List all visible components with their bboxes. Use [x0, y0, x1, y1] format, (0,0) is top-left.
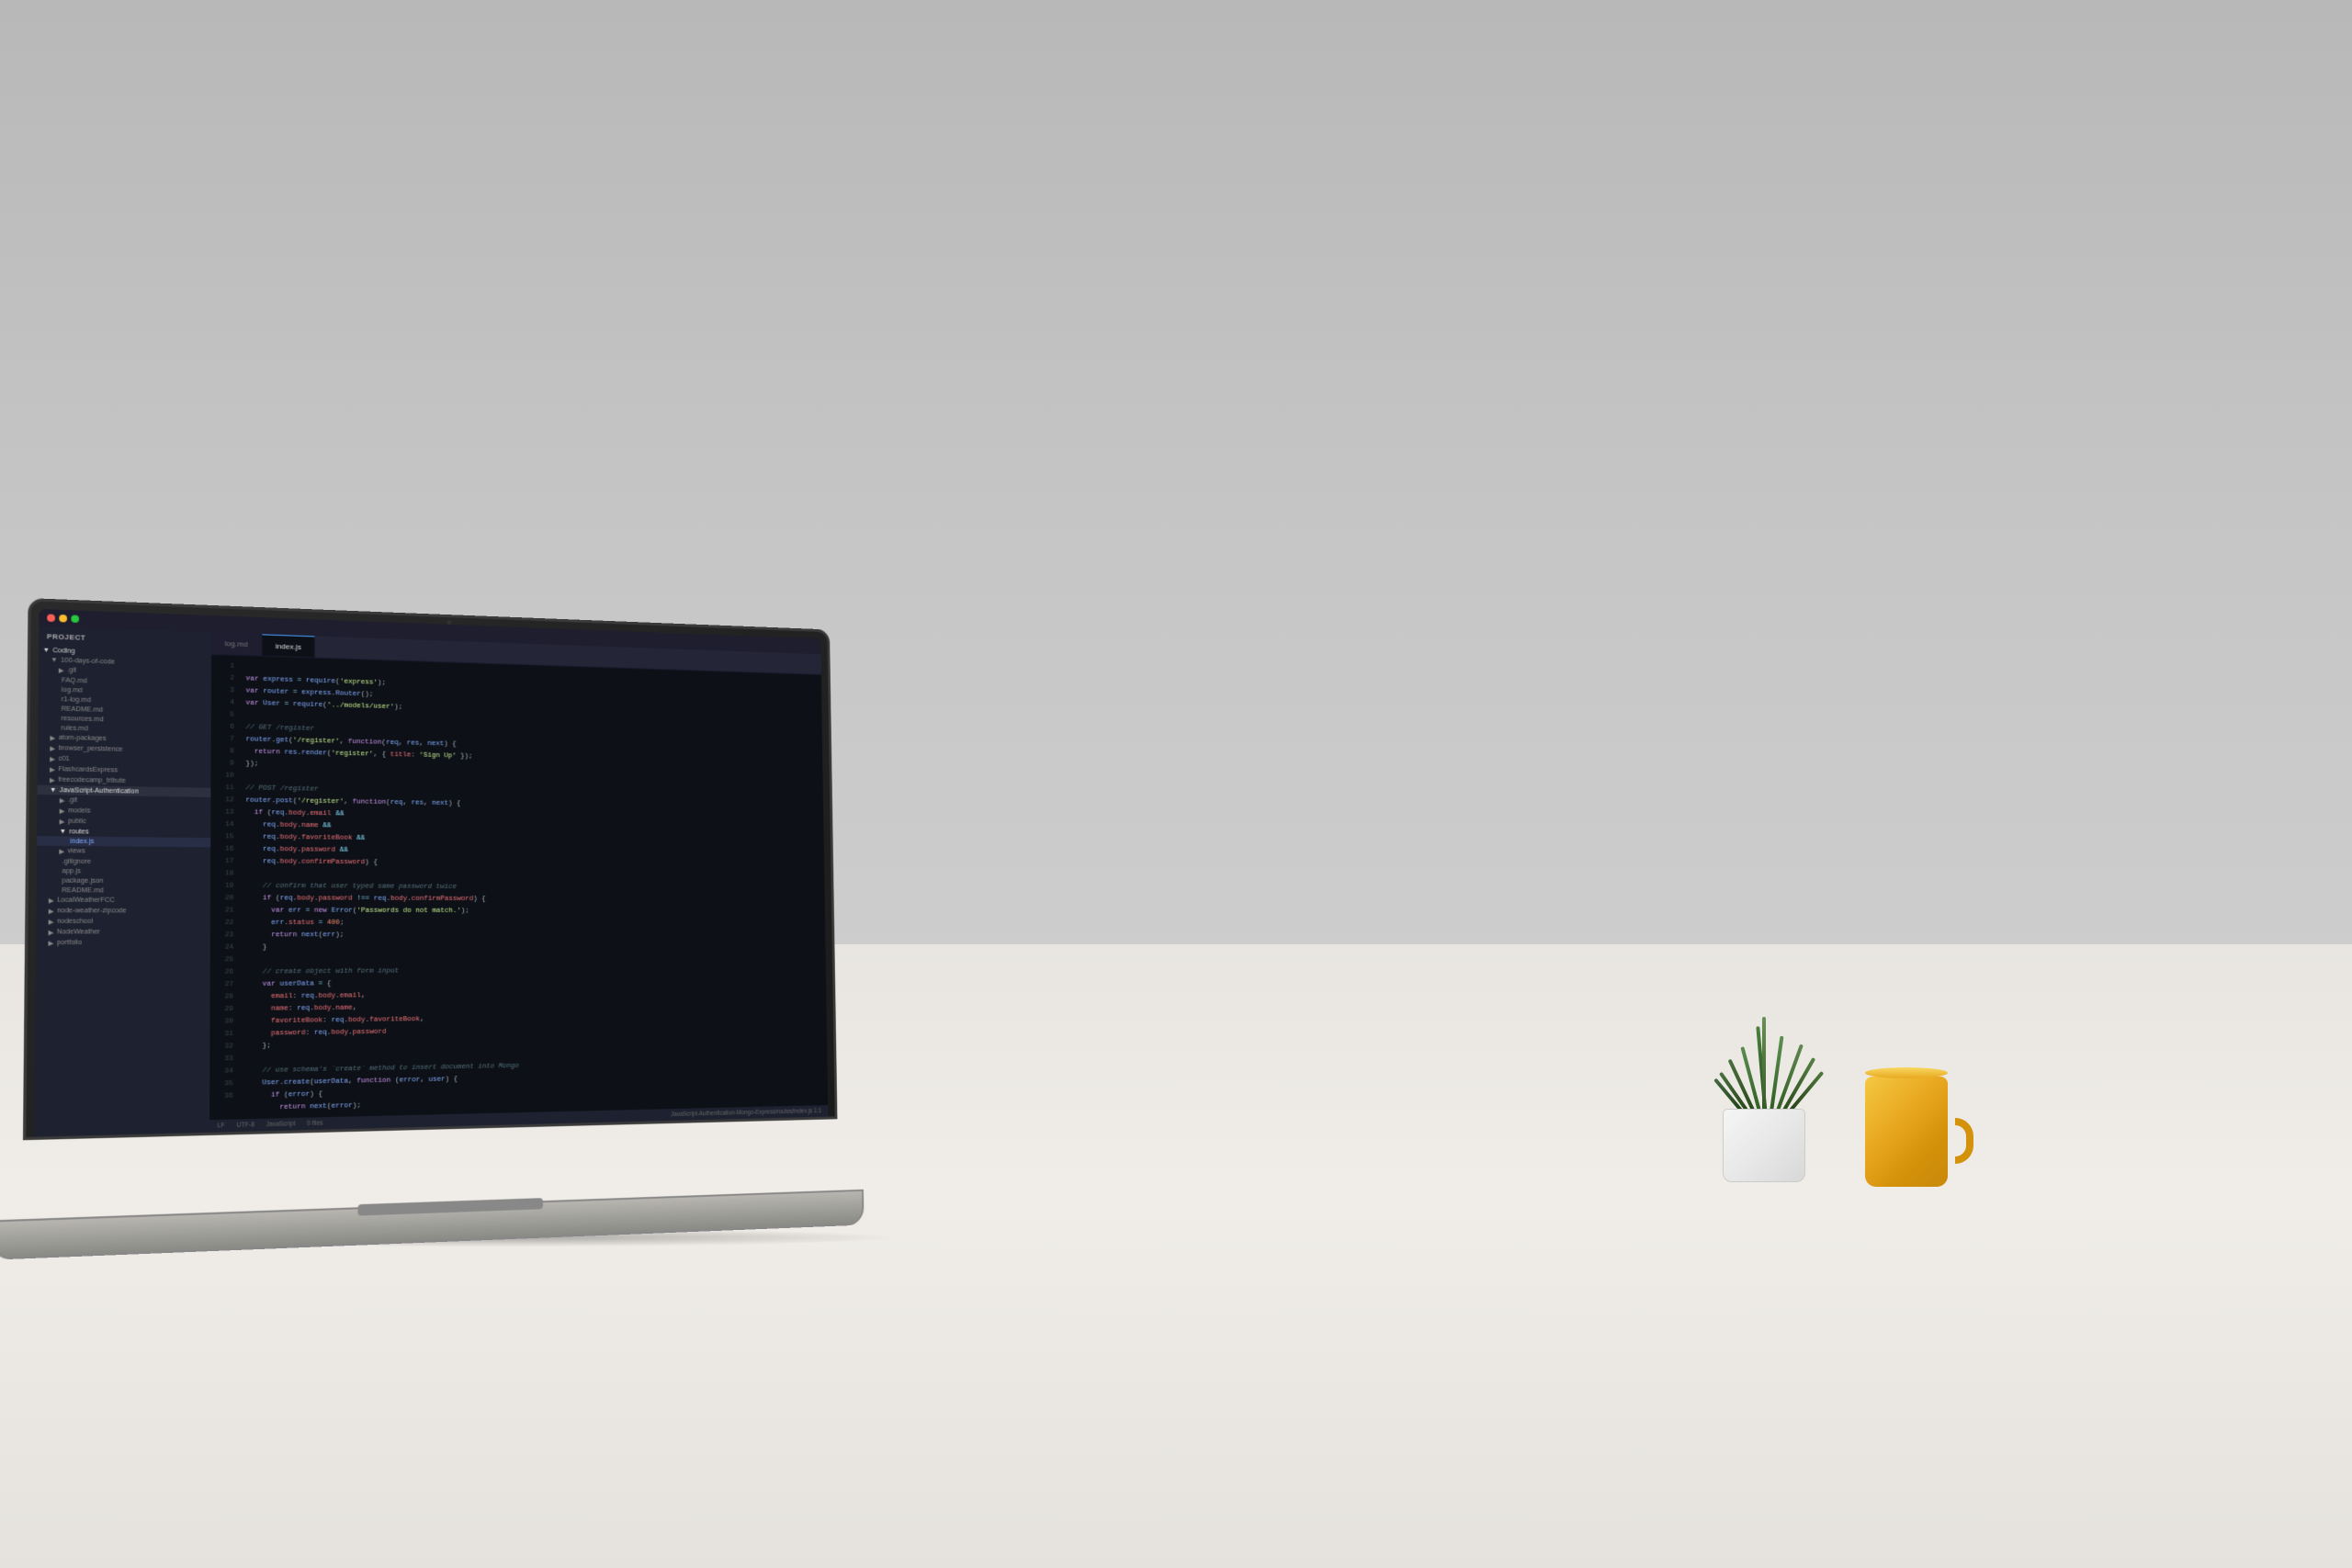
plant-pot: [1723, 1109, 1805, 1182]
laptop-lid: Deloitte. Project ▼ Coding: [23, 598, 837, 1140]
sidebar-item-readme2[interactable]: README.md: [37, 886, 210, 896]
tab-indexjs[interactable]: index.js: [262, 634, 315, 657]
sidebar: Project ▼ Coding ▼ 100-days-of-code ▶ .g…: [34, 626, 211, 1137]
sidebar-item-localweather[interactable]: ▶ LocalWeatherFCC: [37, 895, 210, 906]
ide-layout: Project ▼ Coding ▼ 100-days-of-code ▶ .g…: [34, 626, 828, 1137]
sidebar-item-nodeschool[interactable]: ▶ nodeschool: [36, 916, 210, 927]
status-files: 0 files: [307, 1120, 323, 1127]
scene: Deloitte. Project ▼ Coding: [0, 0, 2352, 1568]
code-editor[interactable]: 1234567891011121314151617181920212223242…: [209, 655, 828, 1119]
minimize-button[interactable]: [59, 615, 67, 623]
sidebar-item-nodeweather[interactable]: ▶ NodeWeather: [36, 927, 210, 938]
screen-bezel: Project ▼ Coding ▼ 100-days-of-code ▶ .g…: [34, 609, 828, 1137]
laptop-hinge: [357, 1198, 542, 1215]
close-button[interactable]: [47, 614, 55, 622]
sidebar-item-portfolio[interactable]: ▶ portfolio: [36, 937, 210, 948]
yellow-mug: [1856, 1067, 1957, 1187]
status-breadcrumb: JavaScript-Authentication-Mongo-Express/…: [671, 1108, 821, 1118]
plant-grass: [1709, 1008, 1819, 1118]
status-lf: LF: [218, 1122, 225, 1130]
sidebar-item-nodeweather-zip[interactable]: ▶ node-weather-zipcode: [36, 906, 209, 917]
line-numbers: 1234567891011121314151617181920212223242…: [209, 655, 238, 1119]
file-tree: ▼ Coding ▼ 100-days-of-code ▶ .git FAQ.m…: [36, 643, 211, 950]
tab-logmd[interactable]: log.md: [211, 632, 262, 655]
plant-white: [1709, 1044, 1819, 1182]
maximize-button[interactable]: [71, 615, 79, 623]
status-language: JavaScript: [266, 1121, 296, 1128]
status-encoding: UTF-8: [236, 1122, 254, 1129]
code-lines: var express = require('express'); var ro…: [237, 656, 828, 1119]
laptop: Deloitte. Project ▼ Coding: [22, 598, 898, 1258]
